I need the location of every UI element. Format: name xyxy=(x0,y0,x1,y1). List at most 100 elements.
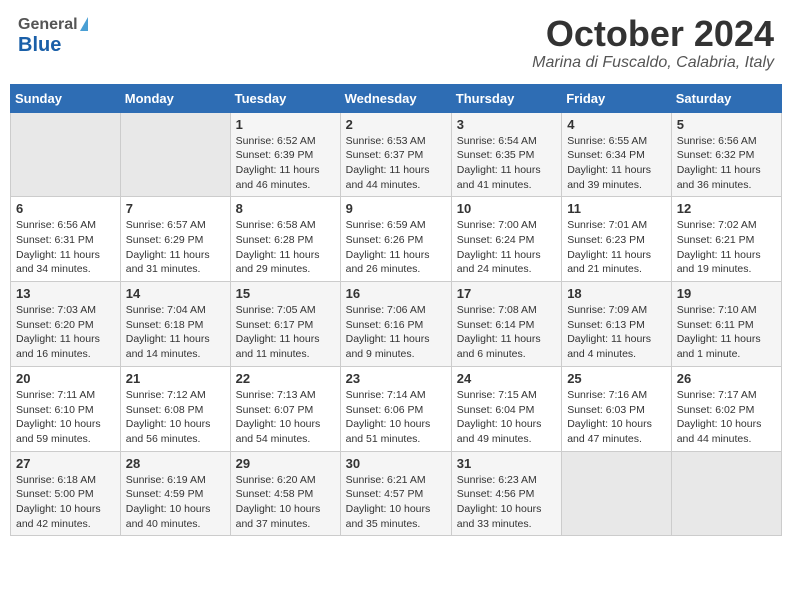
day-number: 30 xyxy=(346,456,446,471)
location: Marina di Fuscaldo, Calabria, Italy xyxy=(532,54,774,72)
day-info: Sunrise: 7:08 AMSunset: 6:14 PMDaylight:… xyxy=(457,303,556,362)
day-info: Sunrise: 7:04 AMSunset: 6:18 PMDaylight:… xyxy=(126,303,225,362)
calendar-cell: 21 Sunrise: 7:12 AMSunset: 6:08 PMDayligh… xyxy=(120,366,230,451)
day-info: Sunrise: 6:19 AMSunset: 4:59 PMDaylight:… xyxy=(126,473,225,532)
day-info: Sunrise: 7:15 AMSunset: 6:04 PMDaylight:… xyxy=(457,388,556,447)
day-number: 29 xyxy=(236,456,335,471)
day-info: Sunrise: 7:16 AMSunset: 6:03 PMDaylight:… xyxy=(567,388,666,447)
title-section: October 2024 Marina di Fuscaldo, Calabri… xyxy=(532,14,774,72)
calendar-cell: 5Sunrise: 6:56 AMSunset: 6:32 PMDaylight… xyxy=(671,112,781,197)
day-info: Sunrise: 7:09 AMSunset: 6:13 PMDaylight:… xyxy=(567,303,666,362)
day-info: Sunrise: 7:06 AMSunset: 6:16 PMDaylight:… xyxy=(346,303,446,362)
calendar-cell: 8 Sunrise: 6:58 AMSunset: 6:28 PMDaylight… xyxy=(230,197,340,282)
day-info: Sunrise: 7:02 AMSunset: 6:21 PMDaylight:… xyxy=(677,218,776,277)
day-info: Sunrise: 7:14 AMSunset: 6:06 PMDaylight:… xyxy=(346,388,446,447)
calendar-cell: 18 Sunrise: 7:09 AMSunset: 6:13 PMDayligh… xyxy=(562,282,672,367)
day-number: 4 xyxy=(567,117,666,132)
day-info: Sunrise: 6:53 AMSunset: 6:37 PMDaylight:… xyxy=(346,134,446,193)
day-info: Sunrise: 6:59 AMSunset: 6:26 PMDaylight:… xyxy=(346,218,446,277)
day-info: Sunrise: 6:20 AMSunset: 4:58 PMDaylight:… xyxy=(236,473,335,532)
day-number: 10 xyxy=(457,201,556,216)
day-number: 13 xyxy=(16,286,115,301)
calendar-cell: 19 Sunrise: 7:10 AMSunset: 6:11 PMDayligh… xyxy=(671,282,781,367)
day-info: Sunrise: 6:57 AMSunset: 6:29 PMDaylight:… xyxy=(126,218,225,277)
day-number: 27 xyxy=(16,456,115,471)
day-info: Sunrise: 7:01 AMSunset: 6:23 PMDaylight:… xyxy=(567,218,666,277)
calendar-cell: 29 Sunrise: 6:20 AMSunset: 4:58 PMDayligh… xyxy=(230,451,340,536)
calendar-cell: 9 Sunrise: 6:59 AMSunset: 6:26 PMDaylight… xyxy=(340,197,451,282)
day-info: Sunrise: 7:03 AMSunset: 6:20 PMDaylight:… xyxy=(16,303,115,362)
day-info: Sunrise: 7:17 AMSunset: 6:02 PMDaylight:… xyxy=(677,388,776,447)
day-number: 5 xyxy=(677,117,776,132)
calendar-week-row: 1 Sunrise: 6:52 AMSunset: 6:39 PMDaylight… xyxy=(11,112,782,197)
calendar-cell: 20 Sunrise: 7:11 AMSunset: 6:10 PMDayligh… xyxy=(11,366,121,451)
calendar-cell: 1 Sunrise: 6:52 AMSunset: 6:39 PMDaylight… xyxy=(230,112,340,197)
calendar-cell: 30 Sunrise: 6:21 AMSunset: 4:57 PMDayligh… xyxy=(340,451,451,536)
calendar-cell: 28 Sunrise: 6:19 AMSunset: 4:59 PMDayligh… xyxy=(120,451,230,536)
calendar-cell: 13 Sunrise: 7:03 AMSunset: 6:20 PMDayligh… xyxy=(11,282,121,367)
day-number: 15 xyxy=(236,286,335,301)
calendar-cell: 16 Sunrise: 7:06 AMSunset: 6:16 PMDayligh… xyxy=(340,282,451,367)
day-number: 8 xyxy=(236,201,335,216)
day-number: 22 xyxy=(236,371,335,386)
day-info: Sunrise: 6:18 AMSunset: 5:00 PMDaylight:… xyxy=(16,473,115,532)
day-number: 6 xyxy=(16,201,115,216)
day-info: Sunrise: 6:58 AMSunset: 6:28 PMDaylight:… xyxy=(236,218,335,277)
calendar-cell xyxy=(11,112,121,197)
weekday-header: Wednesday xyxy=(340,84,451,112)
day-number: 14 xyxy=(126,286,225,301)
calendar-cell: 17 Sunrise: 7:08 AMSunset: 6:14 PMDayligh… xyxy=(451,282,561,367)
day-number: 9 xyxy=(346,201,446,216)
day-number: 19 xyxy=(677,286,776,301)
calendar-cell: 23Sunrise: 7:14 AMSunset: 6:06 PMDayligh… xyxy=(340,366,451,451)
day-number: 18 xyxy=(567,286,666,301)
calendar-cell: 22 Sunrise: 7:13 AMSunset: 6:07 PMDayligh… xyxy=(230,366,340,451)
day-info: Sunrise: 6:55 AMSunset: 6:34 PMDaylight:… xyxy=(567,134,666,193)
day-number: 28 xyxy=(126,456,225,471)
logo-blue-text: Blue xyxy=(18,34,88,56)
calendar-cell xyxy=(562,451,672,536)
page-header: General Blue October 2024 Marina di Fusc… xyxy=(10,10,782,76)
day-number: 3 xyxy=(457,117,556,132)
day-number: 2 xyxy=(346,117,446,132)
day-number: 1 xyxy=(236,117,335,132)
day-info: Sunrise: 7:10 AMSunset: 6:11 PMDaylight:… xyxy=(677,303,776,362)
calendar-cell: 26 Sunrise: 7:17 AMSunset: 6:02 PMDayligh… xyxy=(671,366,781,451)
weekday-header: Monday xyxy=(120,84,230,112)
day-number: 16 xyxy=(346,286,446,301)
calendar-cell: 7Sunrise: 6:57 AMSunset: 6:29 PMDaylight… xyxy=(120,197,230,282)
calendar-week-row: 27 Sunrise: 6:18 AMSunset: 5:00 PMDayligh… xyxy=(11,451,782,536)
logo-icon xyxy=(80,17,88,31)
day-number: 31 xyxy=(457,456,556,471)
day-number: 17 xyxy=(457,286,556,301)
day-info: Sunrise: 7:13 AMSunset: 6:07 PMDaylight:… xyxy=(236,388,335,447)
day-info: Sunrise: 6:52 AMSunset: 6:39 PMDaylight:… xyxy=(236,134,335,193)
calendar-week-row: 6 Sunrise: 6:56 AMSunset: 6:31 PMDaylight… xyxy=(11,197,782,282)
calendar-cell: 25 Sunrise: 7:16 AMSunset: 6:03 PMDayligh… xyxy=(562,366,672,451)
calendar-week-row: 13 Sunrise: 7:03 AMSunset: 6:20 PMDayligh… xyxy=(11,282,782,367)
day-number: 26 xyxy=(677,371,776,386)
day-info: Sunrise: 6:21 AMSunset: 4:57 PMDaylight:… xyxy=(346,473,446,532)
day-number: 21 xyxy=(126,371,225,386)
day-number: 20 xyxy=(16,371,115,386)
calendar-cell: 2 Sunrise: 6:53 AMSunset: 6:37 PMDaylight… xyxy=(340,112,451,197)
weekday-header: Friday xyxy=(562,84,672,112)
calendar-cell: 3Sunrise: 6:54 AMSunset: 6:35 PMDaylight… xyxy=(451,112,561,197)
weekday-header: Thursday xyxy=(451,84,561,112)
day-info: Sunrise: 7:11 AMSunset: 6:10 PMDaylight:… xyxy=(16,388,115,447)
day-info: Sunrise: 6:56 AMSunset: 6:31 PMDaylight:… xyxy=(16,218,115,277)
calendar-table: SundayMondayTuesdayWednesdayThursdayFrid… xyxy=(10,84,782,537)
calendar-week-row: 20 Sunrise: 7:11 AMSunset: 6:10 PMDayligh… xyxy=(11,366,782,451)
calendar-cell: 31 Sunrise: 6:23 AMSunset: 4:56 PMDayligh… xyxy=(451,451,561,536)
calendar-cell: 14 Sunrise: 7:04 AMSunset: 6:18 PMDayligh… xyxy=(120,282,230,367)
weekday-header-row: SundayMondayTuesdayWednesdayThursdayFrid… xyxy=(11,84,782,112)
day-info: Sunrise: 7:12 AMSunset: 6:08 PMDaylight:… xyxy=(126,388,225,447)
calendar-cell: 6 Sunrise: 6:56 AMSunset: 6:31 PMDaylight… xyxy=(11,197,121,282)
weekday-header: Sunday xyxy=(11,84,121,112)
day-info: Sunrise: 7:00 AMSunset: 6:24 PMDaylight:… xyxy=(457,218,556,277)
day-info: Sunrise: 7:05 AMSunset: 6:17 PMDaylight:… xyxy=(236,303,335,362)
day-info: Sunrise: 6:23 AMSunset: 4:56 PMDaylight:… xyxy=(457,473,556,532)
calendar-cell xyxy=(671,451,781,536)
month-title: October 2024 xyxy=(532,14,774,54)
day-number: 25 xyxy=(567,371,666,386)
